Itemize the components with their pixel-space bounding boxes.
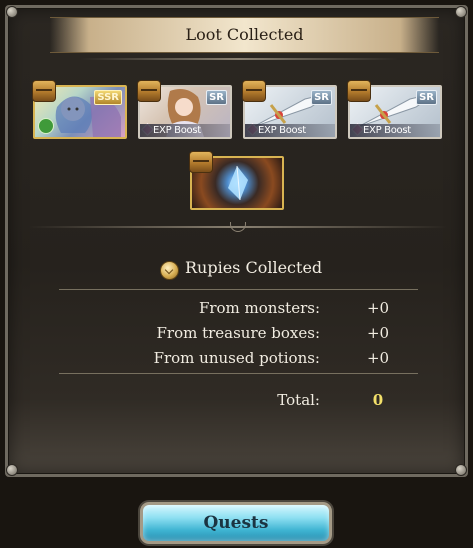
rarity-badge: SR xyxy=(416,90,437,105)
exp-boost-label: EXP Boost xyxy=(245,124,335,137)
divider-ornament-center-icon xyxy=(230,222,246,232)
treasure-chest-icon xyxy=(189,151,213,173)
treasure-chest-icon xyxy=(32,80,56,102)
unused-potions-label: From unused potions: xyxy=(153,349,320,367)
treasure-chest-icon xyxy=(137,80,161,102)
corner-rivet-icon xyxy=(6,6,18,18)
loot-dialog: Loot Collected SSR SR EXP Boost SR EXP B… xyxy=(5,5,468,477)
total-label: Total: xyxy=(277,391,320,409)
dialog-title: Loot Collected xyxy=(185,25,304,44)
exp-boost-label: EXP Boost xyxy=(140,124,230,137)
rarity-badge: SSR xyxy=(94,90,122,105)
treasure-chest-icon xyxy=(347,80,371,102)
treasure-boxes-value: +0 xyxy=(366,324,390,342)
divider-line xyxy=(59,289,418,290)
corner-rivet-icon xyxy=(6,464,18,476)
rupie-coin-icon xyxy=(160,261,179,280)
monsters-value: +0 xyxy=(366,299,390,317)
title-banner: Loot Collected xyxy=(50,17,439,53)
rarity-badge: SR xyxy=(311,90,332,105)
corner-rivet-icon xyxy=(455,6,467,18)
total-value: 0 xyxy=(372,391,384,409)
quests-button[interactable]: Quests xyxy=(140,502,332,544)
quests-button-label: Quests xyxy=(203,513,269,533)
unused-potions-value: +0 xyxy=(366,349,390,367)
divider-line xyxy=(59,373,418,374)
rarity-badge: SR xyxy=(206,90,227,105)
monsters-label: From monsters: xyxy=(198,299,320,317)
rupies-heading: Rupies Collected xyxy=(185,258,323,277)
exp-boost-label: EXP Boost xyxy=(350,124,440,137)
treasure-chest-icon xyxy=(242,80,266,102)
divider-ornament xyxy=(80,58,398,60)
wind-element-icon xyxy=(38,118,54,134)
treasure-boxes-label: From treasure boxes: xyxy=(156,324,320,342)
corner-rivet-icon xyxy=(455,464,467,476)
